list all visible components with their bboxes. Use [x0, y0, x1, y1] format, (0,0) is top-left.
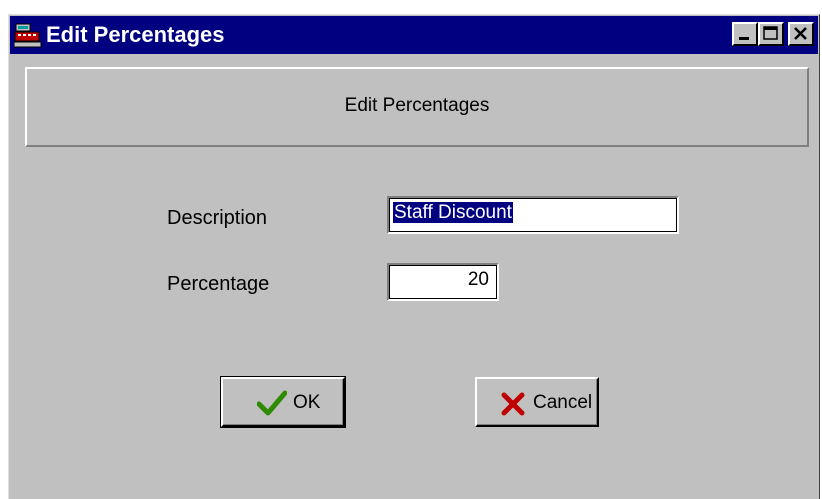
header-panel: Edit Percentages [25, 67, 809, 147]
percentage-value: 20 [467, 269, 489, 290]
cash-register-icon [13, 22, 42, 48]
header-text: Edit Percentages [344, 95, 490, 116]
minimize-button[interactable] [732, 22, 758, 46]
window-title: Edit Percentages [46, 22, 225, 47]
percentage-label: Percentage [167, 273, 270, 295]
description-field[interactable]: Staff Discount [387, 196, 679, 234]
title-bar[interactable]: Edit Percentages [10, 16, 818, 54]
edit-percentages-window: Edit Percentages Edit Percentages Descri… [8, 14, 820, 499]
x-icon [501, 392, 525, 421]
percentage-field[interactable]: 20 [387, 263, 499, 301]
close-button[interactable] [788, 22, 814, 46]
cancel-label: Cancel [533, 392, 593, 413]
maximize-button[interactable] [758, 22, 784, 46]
description-label: Description [167, 207, 268, 229]
checkmark-icon [256, 390, 288, 421]
description-value: Staff Discount [393, 202, 513, 223]
ok-label: OK [293, 392, 321, 413]
ok-button[interactable]: OK [220, 376, 346, 428]
cancel-button[interactable]: Cancel [475, 377, 599, 427]
